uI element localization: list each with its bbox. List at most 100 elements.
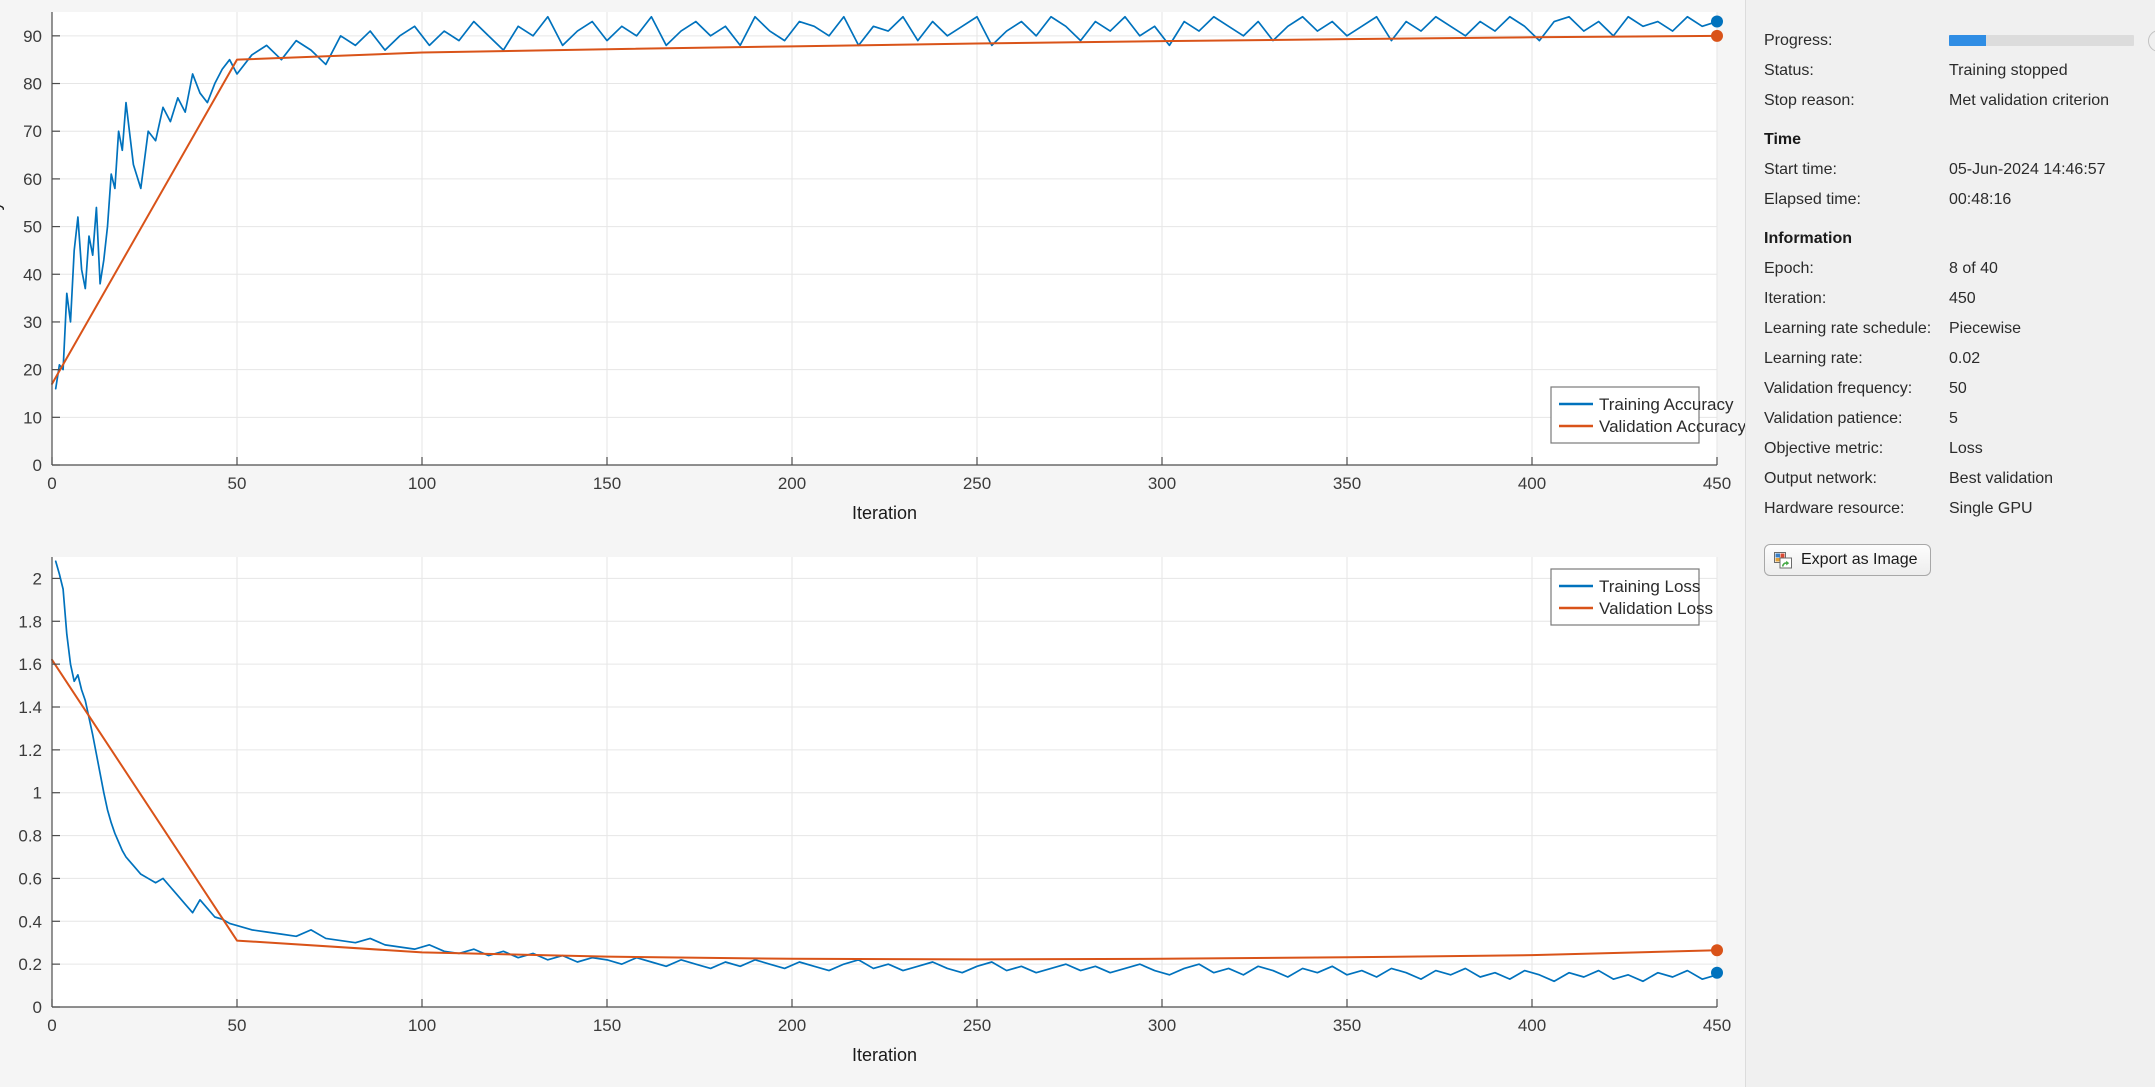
x-tick-label: 50 (228, 474, 247, 493)
export-as-image-label: Export as Image (1801, 551, 1918, 568)
x-tick-label: 150 (593, 474, 621, 493)
legend-label: Training Loss (1599, 577, 1700, 596)
x-tick-label: 300 (1148, 474, 1176, 493)
progress-label: Progress: (1764, 31, 1833, 49)
information-row: Learning rate schedule: Piecewise (1764, 314, 2137, 343)
x-tick-label: 450 (1703, 474, 1731, 493)
time-value: 00:48:16 (1949, 190, 2012, 208)
time-label: Start time: (1764, 160, 1837, 178)
x-tick-label: 100 (408, 1016, 436, 1035)
information-value: Piecewise (1949, 319, 2022, 337)
y-tick-label: 1.8 (18, 612, 42, 631)
stop-reason-row: Stop reason: Met validation criterion (1764, 86, 2137, 115)
x-tick-label: 350 (1333, 474, 1361, 493)
information-section-heading: Information (1764, 230, 1852, 247)
x-tick-label: 400 (1518, 474, 1546, 493)
y-tick-label: 0 (33, 998, 42, 1017)
information-value: Loss (1949, 439, 1983, 457)
information-value: Best validation (1949, 469, 2054, 487)
x-tick-label: 0 (47, 1016, 56, 1035)
legend-label: Validation Accuracy (1599, 417, 1745, 436)
final-value-marker (1711, 944, 1723, 957)
export-image-icon (1774, 552, 1792, 569)
information-row: Validation patience: 5 (1764, 404, 2137, 433)
time-section-heading: Time (1764, 131, 1802, 148)
y-tick-label: 70 (23, 122, 42, 141)
export-as-image-button[interactable]: Export as Image (1764, 544, 1931, 576)
time-row: Elapsed time: 00:48:16 (1764, 185, 2137, 214)
info-panel: Progress: Status: Training stopped Stop … (1745, 0, 2155, 1087)
accuracy-chart: 0 10 20 30 40 50 60 70 80 90 0 50 100 150 200 250 300 350… (0, 0, 1745, 545)
y-tick-label: 0.8 (18, 827, 42, 846)
information-label: Learning rate schedule: (1764, 319, 1932, 337)
y-tick-label: 0 (33, 456, 42, 475)
x-tick-label: 0 (47, 474, 56, 493)
x-tick-label: 50 (228, 1016, 247, 1035)
information-value: 50 (1949, 379, 1967, 397)
information-row: Hardware resource: Single GPU (1764, 494, 2137, 523)
training-progress-window: 0 10 20 30 40 50 60 70 80 90 0 50 100 150 200 250 300 350… (0, 0, 2155, 1087)
information-value: 450 (1949, 289, 1976, 307)
x-tick-label: 200 (778, 474, 806, 493)
information-value: 8 of 40 (1949, 259, 1998, 277)
information-label: Hardware resource: (1764, 499, 1905, 517)
x-tick-label: 350 (1333, 1016, 1361, 1035)
y-axis-title: Loss (0, 763, 4, 801)
information-row: Epoch: 8 of 40 (1764, 254, 2137, 283)
y-tick-label: 1.6 (18, 655, 42, 674)
information-label: Learning rate: (1764, 349, 1863, 367)
x-axis-title: Iteration (852, 1045, 917, 1065)
information-label: Validation patience: (1764, 409, 1903, 427)
chart-legend[interactable]: Training Loss Validation Loss (1550, 568, 1713, 626)
status-value: Training stopped (1949, 61, 2068, 79)
y-tick-label: 90 (23, 27, 42, 46)
information-label: Output network: (1764, 469, 1877, 487)
stop-button[interactable] (2148, 29, 2155, 52)
y-tick-label: 1.4 (18, 698, 42, 717)
legend-label: Training Accuracy (1599, 395, 1734, 414)
information-row: Learning rate: 0.02 (1764, 344, 2137, 373)
information-value: Single GPU (1949, 499, 2033, 517)
y-tick-label: 80 (23, 75, 42, 94)
y-axis-title: Accuracy (0, 201, 4, 275)
progress-bar-fill (1949, 35, 1986, 46)
time-label: Elapsed time: (1764, 190, 1861, 208)
information-row: Iteration: 450 (1764, 284, 2137, 313)
x-tick-label: 200 (778, 1016, 806, 1035)
y-tick-label: 50 (23, 218, 42, 237)
legend-label: Validation Loss (1599, 599, 1713, 618)
time-value: 05-Jun-2024 14:46:57 (1949, 160, 2106, 178)
information-label: Validation frequency: (1764, 379, 1913, 397)
plot-background (52, 557, 1717, 1007)
progress-row: Progress: (1764, 26, 2155, 55)
charts-area: 0 10 20 30 40 50 60 70 80 90 0 50 100 150 200 250 300 350… (0, 0, 1745, 1087)
x-tick-label: 450 (1703, 1016, 1731, 1035)
y-tick-label: 0.2 (18, 955, 42, 974)
x-tick-label: 400 (1518, 1016, 1546, 1035)
information-label: Objective metric: (1764, 439, 1884, 457)
status-row: Status: Training stopped (1764, 56, 2137, 85)
y-tick-label: 30 (23, 313, 42, 332)
y-tick-label: 10 (23, 408, 42, 427)
information-row: Objective metric: Loss (1764, 434, 2137, 463)
y-tick-label: 2 (33, 569, 42, 588)
information-value: 5 (1949, 409, 1958, 427)
y-tick-label: 40 (23, 265, 42, 284)
information-row: Validation frequency: 50 (1764, 374, 2137, 403)
y-tick-label: 0.6 (18, 869, 42, 888)
information-label: Iteration: (1764, 289, 1827, 307)
y-tick-label: 60 (23, 170, 42, 189)
x-tick-label: 300 (1148, 1016, 1176, 1035)
stop-reason-value: Met validation criterion (1949, 91, 2110, 109)
information-section-rows: Epoch: 8 of 40 Iteration: 450 Learning rate … (1764, 254, 2137, 523)
final-value-marker (1711, 29, 1723, 42)
y-tick-label: 0.4 (18, 912, 42, 931)
information-value: 0.02 (1949, 349, 1981, 367)
time-section-rows: Start time: 05-Jun-2024 14:46:57 Elapsed t… (1764, 155, 2137, 214)
y-tick-label: 1.2 (18, 741, 42, 760)
x-tick-label: 100 (408, 474, 436, 493)
time-row: Start time: 05-Jun-2024 14:46:57 (1764, 155, 2137, 184)
information-label: Epoch: (1764, 259, 1814, 277)
y-tick-label: 1 (33, 784, 42, 803)
loss-chart-svg: 0 0.2 0.4 0.6 0.8 1 1.2 1.4 1.6 1.8 2 0 50 100 150 200 2… (0, 557, 1731, 1065)
